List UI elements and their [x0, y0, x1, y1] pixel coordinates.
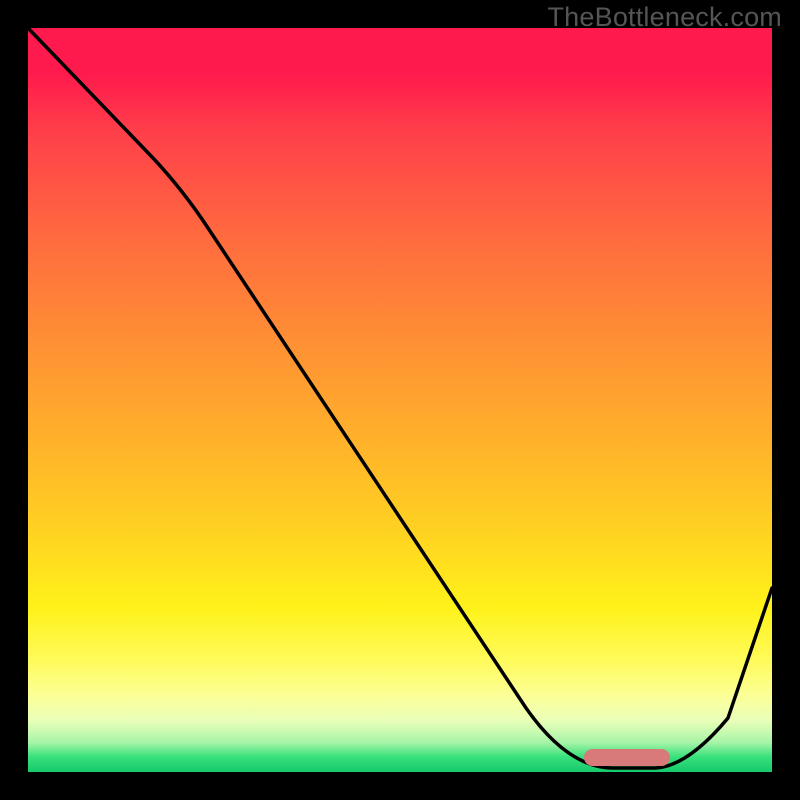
chart-frame: TheBottleneck.com — [0, 0, 800, 800]
plot-area — [28, 28, 772, 772]
bottleneck-curve — [28, 28, 772, 772]
minimum-marker — [584, 749, 670, 766]
curve-path — [28, 28, 772, 768]
watermark-text: TheBottleneck.com — [547, 2, 782, 33]
